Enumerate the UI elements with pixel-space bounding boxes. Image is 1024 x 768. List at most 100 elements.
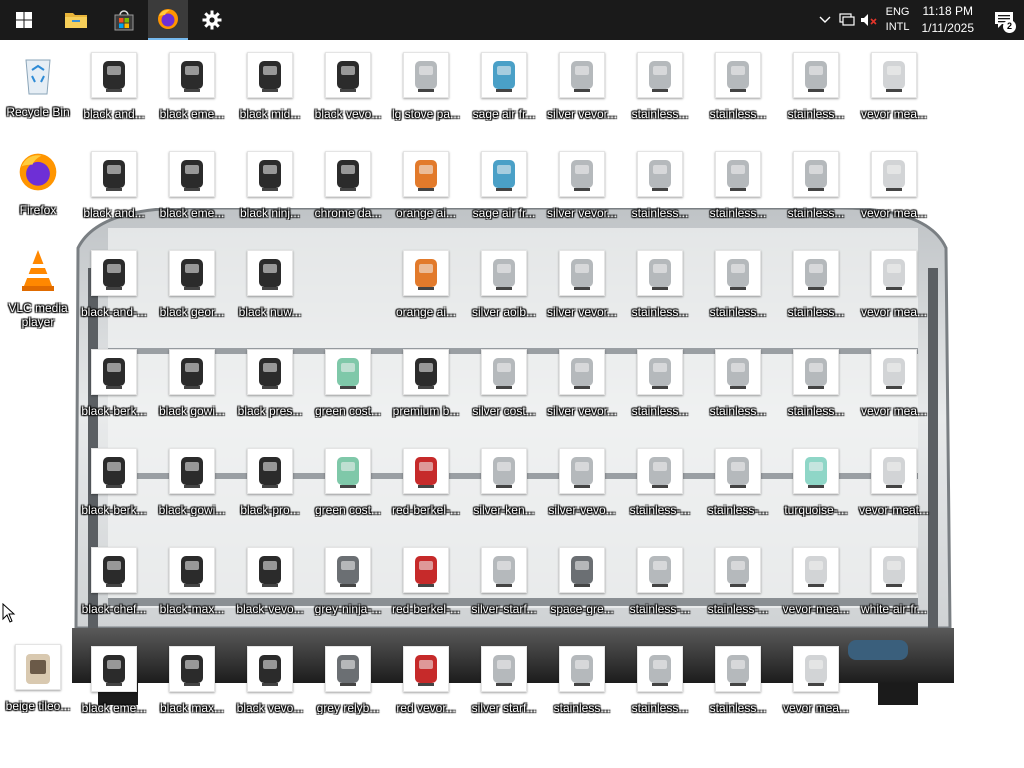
desktop-file-icon[interactable]: stainless... [622, 48, 698, 128]
desktop-file-icon[interactable]: stainless... [622, 246, 698, 326]
desktop-file-icon[interactable]: vevor mea... [856, 246, 932, 326]
desktop-file-icon[interactable]: grey relyb... [310, 642, 386, 722]
desktop-file-icon[interactable]: silver vevor... [544, 246, 620, 326]
desktop-file-icon[interactable]: black vevo... [232, 642, 308, 722]
desktop-file-icon[interactable]: silver vevor... [544, 147, 620, 227]
desktop-file-icon[interactable]: stainless... [622, 642, 698, 722]
volume-muted-icon [860, 14, 877, 26]
vlc-shortcut[interactable]: VLC media player [0, 244, 76, 329]
desktop-file-icon[interactable]: black geor... [154, 246, 230, 326]
start-button[interactable] [0, 0, 48, 40]
image-thumbnail-icon [91, 52, 137, 98]
file-explorer-button[interactable] [52, 0, 100, 40]
desktop-file-icon[interactable]: sage air fr... [466, 48, 542, 128]
firefox-taskbar-button[interactable] [148, 0, 188, 40]
desktop-file-icon[interactable]: silver-ken... [466, 444, 542, 524]
desktop-file-icon[interactable]: vevor-mea... [778, 543, 854, 623]
desktop-file-icon[interactable]: black mid... [232, 48, 308, 128]
desktop-icon-label: stainless-... [707, 503, 769, 517]
desktop-file-icon[interactable]: black gowi... [154, 345, 230, 425]
desktop-file-icon[interactable]: stainless-... [700, 543, 776, 623]
desktop-file-icon[interactable]: red-berkel-... [388, 543, 464, 623]
desktop-file-icon[interactable]: silver starf... [466, 642, 542, 722]
desktop-file-icon[interactable]: black ninj... [232, 147, 308, 227]
desktop-file-icon[interactable]: black vevo... [310, 48, 386, 128]
desktop-file-icon[interactable]: silver vevor... [544, 345, 620, 425]
desktop-file-icon[interactable]: black-chef... [76, 543, 152, 623]
desktop-file-icon[interactable]: stainless... [700, 345, 776, 425]
desktop-file-icon[interactable]: orange ai... [388, 246, 464, 326]
desktop-file-icon[interactable]: black eme... [154, 48, 230, 128]
desktop-file-icon[interactable]: space-gre... [544, 543, 620, 623]
desktop-file-icon[interactable]: sage air fr... [466, 147, 542, 227]
desktop-file-icon[interactable]: silver vevor... [544, 48, 620, 128]
microsoft-store-button[interactable] [100, 0, 148, 40]
desktop-file-icon[interactable]: black max... [154, 642, 230, 722]
desktop-file-icon[interactable]: stainless... [778, 147, 854, 227]
desktop-file-icon[interactable]: vevor mea... [856, 48, 932, 128]
image-thumbnail-icon [637, 52, 683, 98]
recycle-bin-shortcut[interactable]: Recycle Bin [0, 48, 76, 128]
desktop-icon-label: silver vevor... [546, 305, 618, 319]
network-button[interactable] [836, 0, 858, 40]
desktop-file-icon[interactable]: stainless... [622, 147, 698, 227]
desktop-file-icon[interactable]: black-berk... [76, 345, 152, 425]
desktop-file-icon[interactable]: stainless... [700, 147, 776, 227]
desktop-icon-label: silver starf... [471, 701, 537, 715]
image-thumbnail-icon [871, 547, 917, 593]
desktop-file-icon[interactable]: stainless-... [622, 543, 698, 623]
desktop-file-icon[interactable]: black pres... [232, 345, 308, 425]
desktop-file-icon[interactable]: premium b... [388, 345, 464, 425]
desktop-file-icon[interactable]: green cost... [310, 345, 386, 425]
desktop-file-icon[interactable]: turquoise-... [778, 444, 854, 524]
clock[interactable]: 11:18 PM 1/11/2025 [922, 3, 975, 37]
desktop-file-icon[interactable]: lg stove pa... [388, 48, 464, 128]
desktop-file-icon[interactable]: stainless... [700, 642, 776, 722]
desktop-file-icon[interactable]: vevor-meat... [856, 444, 932, 524]
desktop-file-icon[interactable]: stainless... [700, 48, 776, 128]
desktop-file-icon[interactable]: stainless... [622, 345, 698, 425]
desktop-file-icon[interactable]: orange ai... [388, 147, 464, 227]
desktop-file-icon[interactable]: stainless... [778, 345, 854, 425]
recycle-bin-icon [16, 52, 60, 96]
desktop-file-icon[interactable]: stainless... [700, 246, 776, 326]
desktop-file-icon[interactable]: silver aoib... [466, 246, 542, 326]
desktop-file-icon[interactable]: chrome da... [310, 147, 386, 227]
input-language-indicator[interactable]: ENG INTL [886, 5, 910, 35]
desktop-file-icon[interactable]: stainless-... [622, 444, 698, 524]
desktop-file-icon[interactable]: grey-ninja-... [310, 543, 386, 623]
desktop-file-icon[interactable]: beige tileo... [0, 640, 76, 720]
desktop-file-icon[interactable]: black nuw... [232, 246, 308, 326]
desktop-file-icon[interactable]: silver cost... [466, 345, 542, 425]
desktop-file-icon[interactable]: black-vevo... [232, 543, 308, 623]
desktop-file-icon[interactable]: black-gowi... [154, 444, 230, 524]
desktop-file-icon[interactable]: stainless... [544, 642, 620, 722]
desktop-file-icon[interactable]: black and... [76, 147, 152, 227]
settings-button[interactable] [188, 0, 236, 40]
desktop-file-icon[interactable]: white-air-fr... [856, 543, 932, 623]
volume-button[interactable] [858, 0, 880, 40]
desktop-file-icon[interactable]: stainless... [778, 48, 854, 128]
desktop-file-icon[interactable]: red vevor... [388, 642, 464, 722]
desktop-file-icon[interactable]: silver-vevo... [544, 444, 620, 524]
desktop-file-icon[interactable]: black eme... [76, 642, 152, 722]
desktop-file-icon[interactable]: black-pro... [232, 444, 308, 524]
desktop-file-icon[interactable]: silver-starf... [466, 543, 542, 623]
desktop-file-icon[interactable]: black-berk... [76, 444, 152, 524]
desktop-file-icon[interactable]: green cost... [310, 444, 386, 524]
desktop-icon-label: vevor-meat... [858, 503, 930, 517]
desktop-file-icon[interactable]: black and... [76, 48, 152, 128]
show-hidden-icons-button[interactable] [814, 0, 836, 40]
image-thumbnail-icon [247, 151, 293, 197]
action-center-button[interactable]: 2 [984, 0, 1024, 40]
firefox-shortcut[interactable]: Firefox [0, 146, 76, 226]
desktop-file-icon[interactable]: black eme... [154, 147, 230, 227]
desktop-file-icon[interactable]: vevor mea... [778, 642, 854, 722]
desktop-file-icon[interactable]: black-max... [154, 543, 230, 623]
desktop-file-icon[interactable]: vevor mea... [856, 345, 932, 425]
desktop-file-icon[interactable]: stainless... [778, 246, 854, 326]
desktop-file-icon[interactable]: red-berkel-... [388, 444, 464, 524]
desktop-file-icon[interactable]: stainless-... [700, 444, 776, 524]
desktop-file-icon[interactable]: vevor mea... [856, 147, 932, 227]
desktop-file-icon[interactable]: black-and-... [76, 246, 152, 326]
